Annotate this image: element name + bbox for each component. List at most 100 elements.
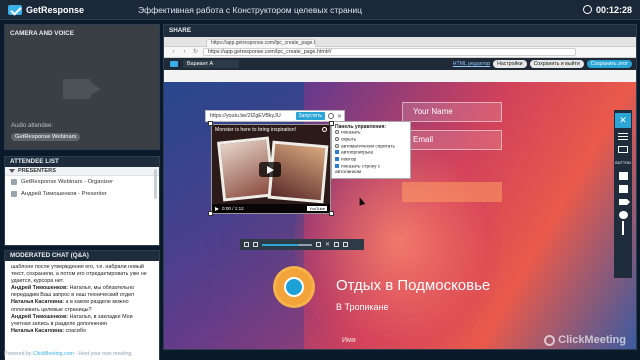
timer-value: 00:12:28 [595, 4, 632, 15]
form-submit-button[interactable] [402, 182, 502, 202]
attendee-item[interactable]: Андрей Тимошенков - Presenter [5, 188, 159, 200]
chat-messages: шаблоне после утверждения его, т.е. набр… [5, 261, 159, 335]
clickmeeting-logo-icon [544, 334, 556, 346]
chevron-down-icon [9, 169, 15, 173]
editor-actions: HTML редактор Настройки Сохранить и выйт… [453, 60, 632, 68]
option-label: скрыть [341, 137, 357, 143]
settings-button[interactable]: Настройки [493, 60, 527, 68]
run-video-button[interactable]: Запустить [295, 112, 325, 120]
resize-handle[interactable] [208, 121, 213, 126]
variant-select[interactable]: Вариант A [183, 60, 239, 68]
image-icon [618, 146, 628, 153]
browser-tab-bar: https://app.getresponse.com/lpc_create_p… [164, 37, 636, 47]
attendee-scrollbar[interactable] [154, 169, 157, 199]
resize-handle[interactable] [329, 211, 334, 216]
attendee-item[interactable]: GetResponse Webinars - Organizer [5, 176, 159, 188]
chat-text: шаблоне после утверждения его, т.е. набр… [11, 264, 147, 285]
line-block-icon[interactable] [617, 220, 629, 235]
form-block-icon[interactable] [617, 171, 629, 180]
video-url-input[interactable]: https://youtu.be/2IZgEVBkyJU [210, 113, 293, 119]
radio-icon [335, 137, 339, 142]
back-icon[interactable]: ‹ [170, 49, 177, 56]
brand-logo: GetResponse [0, 4, 120, 15]
option-show[interactable]: показать [335, 130, 407, 137]
duplicate-icon[interactable] [244, 242, 249, 247]
checkbox-label: автопроигрыш [341, 150, 374, 156]
sun-logo-inner [284, 277, 304, 297]
image-block-icon[interactable] [617, 145, 629, 154]
chat-author: Андрей Тимошенков: [11, 285, 69, 292]
chat-author: Наталья Касаткина: [11, 327, 65, 334]
resize-handle[interactable] [329, 121, 334, 126]
editor-toolbar: Вариант A HTML редактор Настройки Сохран… [164, 58, 636, 70]
text-block-icon[interactable] [617, 132, 629, 141]
chat-message: шаблоне после утверждения его, т.е. набр… [11, 264, 153, 285]
email-field[interactable]: Email [402, 130, 502, 150]
presenters-group-toggle[interactable]: PRESENTERS [5, 167, 159, 176]
gear-icon[interactable] [327, 113, 334, 119]
audio-attendee-label: Audio attendee: [11, 123, 54, 129]
reload-icon[interactable]: ↻ [192, 49, 199, 56]
chat-message: Наталья Касаткина: спасибо [11, 328, 153, 335]
layer-icon[interactable] [253, 242, 258, 247]
camera-heading: CAMERA AND VOICE [10, 30, 74, 37]
video-controls: 0:00 / 1:12 YouTube [212, 204, 330, 213]
name-field[interactable]: Your Name [402, 102, 502, 122]
footer: Powered by ClickMeeting.com - Host your … [4, 351, 131, 357]
option-label: автоматически спрятать [341, 144, 395, 150]
user-icon [11, 179, 17, 185]
footer-prefix: Powered by [4, 351, 32, 357]
share-icon[interactable] [322, 127, 327, 132]
checkbox-icon [335, 163, 339, 168]
checkbox-loop[interactable]: повтор [335, 157, 407, 164]
box-icon [618, 184, 628, 193]
checkbox-icon [335, 157, 339, 162]
edit-icon[interactable] [343, 242, 349, 247]
audio-attendee-badge: GetResponse Webinars [11, 133, 81, 141]
checkbox-autoplay[interactable]: автопроигрыш [335, 150, 407, 157]
share-heading: SHARE [164, 25, 636, 37]
align-icon[interactable] [316, 242, 321, 247]
chat-message: Андрей Тимошенков: Наталья, в закладке М… [11, 314, 153, 328]
user-icon [11, 191, 17, 197]
publish-button[interactable]: Сохранить этот [586, 60, 632, 68]
lines-icon [618, 133, 628, 140]
save-and-exit-button[interactable]: Сохранить и выйти [529, 60, 584, 68]
radio-icon [335, 130, 339, 135]
radio-icon [335, 143, 339, 148]
play-icon[interactable] [259, 162, 281, 177]
video-time: 0:00 / 1:12 [222, 206, 244, 211]
checkbox-label: повтор [341, 157, 357, 163]
footer-brand-link[interactable]: ClickMeeting.com [33, 351, 74, 357]
social-block-icon[interactable] [617, 210, 629, 219]
attendee-panel: ATTENDEE LIST PRESENTERS GetResponse Web… [4, 156, 160, 246]
opacity-slider[interactable] [262, 243, 312, 246]
box-block-icon[interactable] [617, 184, 629, 193]
video-title: Monster is here to bring inspiration! [215, 127, 297, 133]
attendee-heading: ATTENDEE LIST [5, 157, 159, 167]
video-block-icon[interactable] [617, 197, 630, 206]
browser-tab[interactable]: https://app.getresponse.com/lpc_create_p… [206, 39, 316, 47]
name-label: Имя [342, 337, 356, 344]
checkbox-related[interactable]: показать строку с автолинком [335, 163, 407, 177]
top-bar: GetResponse Эффективная работа с Констру… [0, 0, 640, 20]
forward-icon[interactable]: › [181, 49, 188, 56]
option-auto-hide[interactable]: автоматически спрятать [335, 143, 407, 151]
address-input[interactable]: https://app.getresponse.com/lpc_create_p… [203, 48, 576, 56]
background-photo-left [164, 82, 304, 349]
resize-handle[interactable] [208, 211, 213, 216]
html-editor-link[interactable]: HTML редактор [453, 61, 490, 67]
tools-icon[interactable]: ✕ [615, 113, 631, 128]
session-timer: 00:12:28 [582, 4, 640, 15]
line-icon [622, 220, 624, 235]
play-small-icon[interactable] [215, 206, 219, 211]
option-hide[interactable]: скрыть [335, 137, 407, 144]
button-block-icon[interactable]: BUTTON [615, 158, 631, 167]
delete-icon[interactable]: ✕ [325, 241, 330, 248]
youtube-logo[interactable]: YouTube [307, 206, 327, 211]
close-icon[interactable]: ✕ [337, 113, 342, 120]
video-edit-toolbar: ✕ [240, 239, 364, 250]
clickmeeting-watermark: ClickMeeting [544, 334, 626, 346]
video-player[interactable]: Monster is here to bring inspiration! 0:… [211, 124, 331, 214]
link-icon[interactable] [334, 242, 340, 247]
